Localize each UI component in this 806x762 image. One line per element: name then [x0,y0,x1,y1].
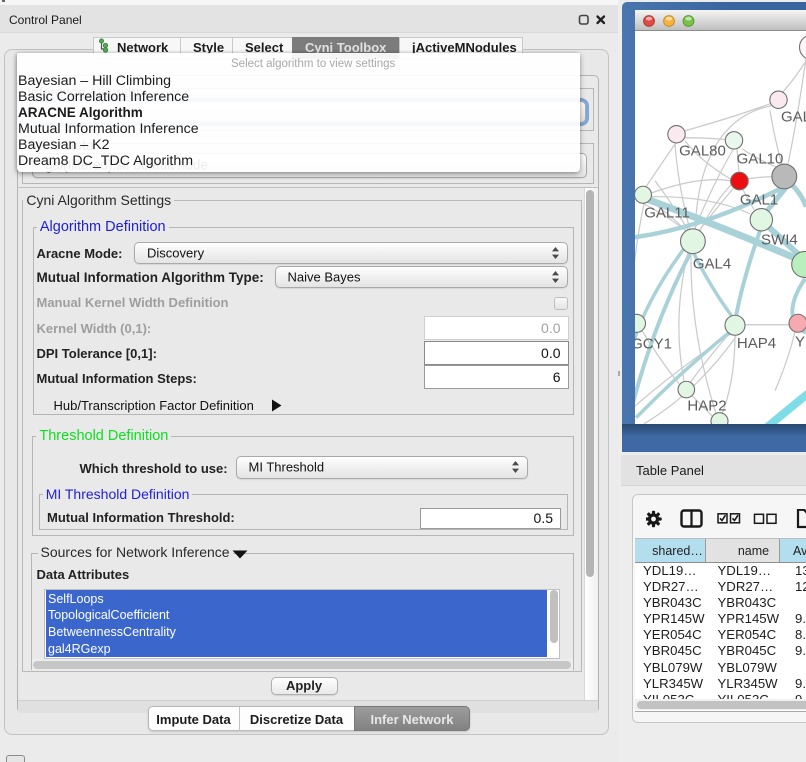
svg-text:GCY1: GCY1 [635,335,672,352]
svg-text:GAL4: GAL4 [693,255,731,272]
svg-text:GAL80: GAL80 [679,142,726,159]
svg-text:GAL1: GAL1 [740,191,778,208]
svg-text:GAL11: GAL11 [644,204,690,221]
svg-text:GAL10: GAL10 [737,150,784,167]
svg-text:HAP4: HAP4 [737,334,776,351]
svg-text:GAL7: GAL7 [781,108,806,125]
svg-text:SWI4: SWI4 [761,231,798,248]
svg-text:YEL: YEL [795,333,806,350]
svg-text:HAP2: HAP2 [687,397,726,414]
